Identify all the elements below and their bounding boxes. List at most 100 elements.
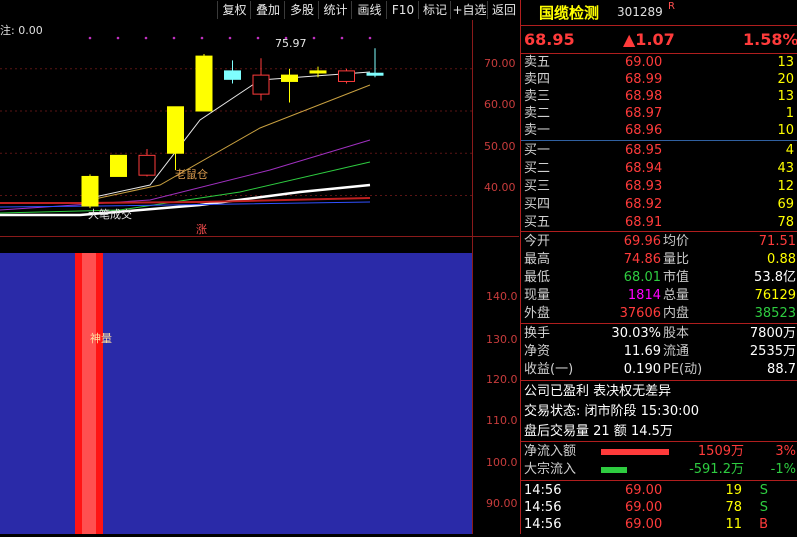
volume-tick: 140.0 [486, 290, 518, 303]
stat2-row: 净资 11.69 流通 2535万 [521, 343, 797, 361]
indicator-note: 注: 0.00 [0, 24, 43, 37]
stat-value: 69.96 [623, 234, 661, 249]
chart-toolbar: 复权 叠加 多股 统计 画线 F10 标记 +自选 返回 [0, 0, 519, 20]
volume-chart[interactable] [0, 253, 519, 534]
volume-bg [0, 253, 472, 534]
stat-label: 现量 [524, 288, 551, 303]
tick-row: 14:56 69.00 19 S [521, 482, 797, 500]
toolbar-button-0[interactable]: 复权 [217, 1, 251, 19]
sell-label: 卖四 [524, 72, 551, 87]
flow-bar [601, 449, 669, 455]
tick-row: 14:56 69.00 11 B [521, 516, 797, 534]
stat2-label: 流通 [663, 344, 690, 359]
buy-label: 买五 [524, 215, 551, 230]
marker-dot [88, 36, 92, 40]
candle-body [138, 154, 156, 176]
buy-row: 买四 68.92 69 [521, 196, 797, 214]
toolbar-button-6[interactable]: 标记 [418, 1, 451, 19]
toolbar-button-1[interactable]: 叠加 [250, 1, 285, 19]
buy-price: 68.91 [625, 215, 663, 230]
sell-row: 卖四 68.99 20 [521, 71, 797, 89]
buy-price: 68.93 [625, 179, 663, 194]
buy-volume: 69 [777, 197, 794, 212]
tick-volume: 19 [725, 483, 742, 498]
toolbar-button-7[interactable]: +自选 [450, 1, 488, 19]
flow-value: 1509万 [697, 444, 744, 459]
sell-label: 卖二 [524, 106, 551, 121]
center-label: 涨 [196, 223, 207, 236]
candle-body [167, 106, 184, 154]
stat-value: 68.01 [623, 270, 661, 285]
flow-row: 大宗流入 -591.2万 -1% [521, 461, 797, 479]
buy-label: 买一 [524, 143, 551, 158]
tick-side: S [759, 500, 768, 515]
candle-body [366, 72, 384, 76]
chart-divider [0, 236, 519, 237]
toolbar-button-4[interactable]: 画线 [351, 1, 387, 19]
change-percent: 1.58% [743, 30, 797, 49]
sell-price: 68.99 [625, 72, 663, 87]
volume-label: 神量 [90, 332, 112, 345]
stat2-value: 88.7 [767, 362, 796, 377]
buy-volume: 43 [777, 161, 794, 176]
buy-label: 买四 [524, 197, 551, 212]
flow-bar [601, 467, 627, 473]
tick-price: 69.00 [625, 483, 663, 498]
price-tick: 50.00 [484, 140, 516, 153]
sell-label: 卖五 [524, 55, 551, 70]
stat-row: 现量 1814 总量 76129 [521, 287, 797, 305]
stat-label: 外盘 [524, 306, 551, 321]
stat2-label: 换手 [524, 326, 551, 341]
stat2-value: 2535万 [749, 344, 796, 359]
stat-label: 最高 [524, 252, 551, 267]
marker-dot [368, 36, 372, 40]
stat-label: 内盘 [663, 306, 690, 321]
toolbar-button-3[interactable]: 统计 [318, 1, 352, 19]
info-line: 公司已盈利 表决权无差异 [524, 384, 672, 399]
sell-label: 卖三 [524, 89, 551, 104]
marker-dot [312, 36, 316, 40]
marker-dot [144, 36, 148, 40]
buy-price: 68.92 [625, 197, 663, 212]
stat2-label: PE(动) [663, 362, 703, 377]
stat-row: 外盘 37606 内盘 38523 [521, 305, 797, 323]
tick-price: 69.00 [625, 500, 663, 515]
sell-row: 卖一 68.96 10 [521, 122, 797, 140]
toolbar-button-5[interactable]: F10 [386, 1, 419, 19]
tick-side: S [759, 483, 768, 498]
sell-volume: 13 [777, 89, 794, 104]
price-change: ▲1.07 [623, 30, 675, 49]
sell-volume: 13 [777, 55, 794, 70]
candle-body [110, 154, 127, 177]
sell-volume: 20 [777, 72, 794, 87]
stat-row: 最高 74.86 量比 0.88 [521, 251, 797, 269]
big-trade-label: 大笔成交 [88, 208, 132, 221]
sell-price: 68.96 [625, 123, 663, 138]
tick-time: 14:56 [524, 500, 562, 515]
kline-chart[interactable] [0, 20, 519, 235]
stock-name: 国缆检测 [539, 4, 600, 22]
tick-price: 69.00 [625, 517, 663, 532]
book-divider [521, 140, 797, 141]
candle-body [81, 175, 99, 207]
buy-price: 68.94 [625, 161, 663, 176]
sell-volume: 1 [785, 106, 794, 121]
quote-panel: 国缆检测 301289 R 68.95 ▲1.07 1.58% 卖五 69.00 1… [520, 0, 797, 534]
candle-body [195, 55, 213, 112]
toolbar-button-8[interactable]: 返回 [487, 1, 520, 19]
stat-value: 71.51 [758, 234, 796, 249]
high-marker: 75.97 [275, 37, 307, 50]
last-price: 68.95 [524, 30, 575, 49]
toolbar-button-2[interactable]: 多股 [284, 1, 319, 19]
tick-row: 14:56 69.00 78 S [521, 499, 797, 517]
marker-dot [340, 36, 344, 40]
buy-label: 买三 [524, 179, 551, 194]
stat-label: 市值 [663, 270, 690, 285]
candle-body [309, 70, 327, 74]
flow-percent: -1% [770, 462, 796, 477]
stat2-value: 30.03% [611, 326, 661, 341]
buy-row: 买二 68.94 43 [521, 160, 797, 178]
stat-label: 量比 [663, 252, 690, 267]
sell-row: 卖三 68.98 13 [521, 88, 797, 106]
stat2-label: 收益(一) [524, 362, 574, 377]
